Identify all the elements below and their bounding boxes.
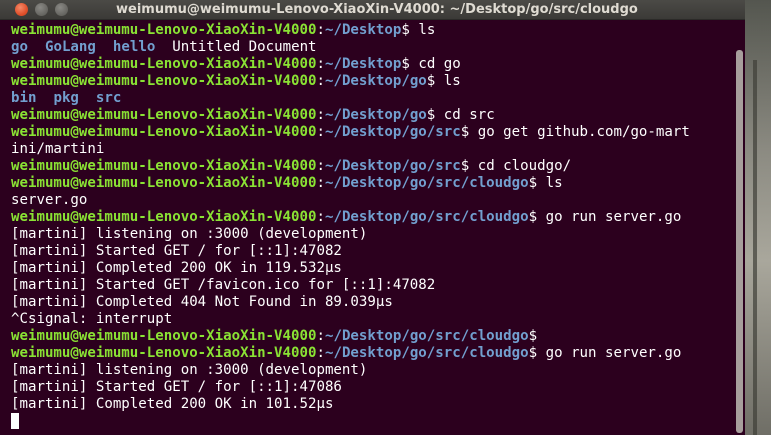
prompt-line: weimumu@weimumu-Lenovo-XiaoXin-V4000:~/D… (11, 56, 745, 73)
prompt-user-host: weimumu@weimumu-Lenovo-XiaoXin-V4000 (11, 328, 317, 344)
output-line: ^Csignal: interrupt (11, 311, 173, 327)
command-text: go run server.go (545, 345, 682, 361)
prompt-user-host: weimumu@weimumu-Lenovo-XiaoXin-V4000 (11, 158, 317, 174)
output-line: [martini] Started GET / for [::1]:47086 (11, 379, 342, 395)
command-text: cd go (418, 56, 461, 72)
ls-output-line: go GoLang hello Untitled Document (11, 39, 745, 56)
command-text: cd src (443, 107, 495, 123)
prompt-symbol: $ (426, 107, 444, 123)
prompt-path: ~/Desktop/go/src/cloudgo (324, 345, 529, 361)
prompt-symbol: $ (528, 209, 546, 225)
output-line: [martini] Completed 200 OK in 119.532µs (11, 260, 342, 276)
window-controls (15, 3, 68, 16)
prompt-separator: : (316, 175, 325, 191)
prompt-line: weimumu@weimumu-Lenovo-XiaoXin-V4000:~/D… (11, 209, 745, 226)
prompt-separator: : (316, 22, 325, 38)
ls-gap (155, 39, 172, 55)
output-line: [martini] listening on :3000 (developmen… (11, 226, 368, 242)
prompt-separator: : (316, 124, 325, 140)
prompt-user-host: weimumu@weimumu-Lenovo-XiaoXin-V4000 (11, 22, 317, 38)
prompt-symbol: $ (401, 56, 419, 72)
output-line: ini/martini (11, 141, 105, 157)
close-icon[interactable] (15, 3, 28, 16)
directory-entry: GoLang (44, 39, 96, 55)
prompt-line: weimumu@weimumu-Lenovo-XiaoXin-V4000:~/D… (11, 158, 745, 175)
prompt-line: weimumu@weimumu-Lenovo-XiaoXin-V4000:~/D… (11, 328, 745, 345)
maximize-icon[interactable] (55, 3, 68, 16)
output-line: [martini] Completed 404 Not Found in 89.… (11, 294, 393, 310)
cursor-line (11, 413, 745, 430)
prompt-user-host: weimumu@weimumu-Lenovo-XiaoXin-V4000 (11, 345, 317, 361)
directory-entry: pkg (53, 90, 79, 106)
prompt-separator: : (316, 73, 325, 89)
prompt-line: weimumu@weimumu-Lenovo-XiaoXin-V4000:~/D… (11, 124, 745, 141)
prompt-user-host: weimumu@weimumu-Lenovo-XiaoXin-V4000 (11, 175, 317, 191)
scrollbar[interactable] (732, 20, 745, 435)
prompt-line: weimumu@weimumu-Lenovo-XiaoXin-V4000:~/D… (11, 175, 745, 192)
prompt-symbol: $ (528, 345, 546, 361)
directory-entry: go (11, 39, 28, 55)
output-line: server.go (11, 192, 88, 208)
wallpaper-tree (753, 60, 757, 435)
prompt-line: weimumu@weimumu-Lenovo-XiaoXin-V4000:~/D… (11, 345, 745, 362)
prompt-path: ~/Desktop (324, 56, 402, 72)
prompt-separator: : (316, 107, 325, 123)
text-cursor (11, 413, 19, 429)
command-text: go get github.com/go-mart (477, 124, 690, 140)
ls-gap (28, 39, 45, 55)
ls-gap (96, 39, 113, 55)
scrollbar-thumb[interactable] (736, 50, 743, 433)
prompt-path: ~/Desktop/go/src/cloudgo (324, 328, 529, 344)
prompt-path: ~/Desktop/go (324, 73, 427, 89)
title-bar[interactable]: weimumu@weimumu-Lenovo-XiaoXin-V4000: ~/… (0, 0, 745, 20)
prompt-user-host: weimumu@weimumu-Lenovo-XiaoXin-V4000 (11, 107, 317, 123)
output-line: [martini] Started GET / for [::1]:47082 (11, 243, 342, 259)
command-text: ls (418, 22, 436, 38)
command-text: ls (545, 175, 563, 191)
prompt-symbol: $ (460, 124, 478, 140)
ls-output-line: bin pkg src (11, 90, 745, 107)
prompt-separator: : (316, 328, 325, 344)
terminal-window: weimumu@weimumu-Lenovo-XiaoXin-V4000: ~/… (0, 0, 745, 435)
prompt-user-host: weimumu@weimumu-Lenovo-XiaoXin-V4000 (11, 209, 317, 225)
minimize-icon[interactable] (35, 3, 48, 16)
window-title: weimumu@weimumu-Lenovo-XiaoXin-V4000: ~/… (116, 2, 638, 17)
directory-entry: src (95, 90, 122, 106)
directory-entry: hello (112, 39, 156, 55)
prompt-separator: : (316, 158, 325, 174)
command-text: cd cloudgo/ (477, 158, 572, 174)
directory-entry: bin (11, 90, 37, 106)
ls-gap (36, 90, 53, 106)
terminal-output[interactable]: weimumu@weimumu-Lenovo-XiaoXin-V4000:~/D… (0, 20, 745, 435)
output-line: [martini] Completed 200 OK in 101.52µs (11, 396, 334, 412)
prompt-user-host: weimumu@weimumu-Lenovo-XiaoXin-V4000 (11, 56, 317, 72)
prompt-path: ~/Desktop/go/src/cloudgo (324, 175, 529, 191)
output-line: [martini] Started GET /favicon.ico for [… (11, 277, 436, 293)
prompt-line: weimumu@weimumu-Lenovo-XiaoXin-V4000:~/D… (11, 22, 745, 39)
prompt-symbol: $ (426, 73, 444, 89)
file-entry: Untitled Document (172, 39, 317, 55)
prompt-user-host: weimumu@weimumu-Lenovo-XiaoXin-V4000 (11, 124, 317, 140)
command-text: go run server.go (545, 209, 682, 225)
prompt-line: weimumu@weimumu-Lenovo-XiaoXin-V4000:~/D… (11, 107, 745, 124)
prompt-path: ~/Desktop (324, 22, 402, 38)
prompt-separator: : (316, 209, 325, 225)
output-line: [martini] listening on :3000 (developmen… (11, 362, 368, 378)
ls-gap (79, 90, 96, 106)
command-text: ls (443, 73, 461, 89)
prompt-symbol: $ (528, 328, 546, 344)
prompt-symbol: $ (460, 158, 478, 174)
prompt-path: ~/Desktop/go/src (324, 158, 461, 174)
prompt-separator: : (316, 56, 325, 72)
prompt-path: ~/Desktop/go (324, 107, 427, 123)
prompt-user-host: weimumu@weimumu-Lenovo-XiaoXin-V4000 (11, 73, 317, 89)
prompt-path: ~/Desktop/go/src (324, 124, 461, 140)
desktop-wallpaper (741, 0, 771, 435)
prompt-separator: : (316, 345, 325, 361)
prompt-line: weimumu@weimumu-Lenovo-XiaoXin-V4000:~/D… (11, 73, 745, 90)
prompt-path: ~/Desktop/go/src/cloudgo (324, 209, 529, 225)
prompt-symbol: $ (401, 22, 419, 38)
prompt-symbol: $ (528, 175, 546, 191)
